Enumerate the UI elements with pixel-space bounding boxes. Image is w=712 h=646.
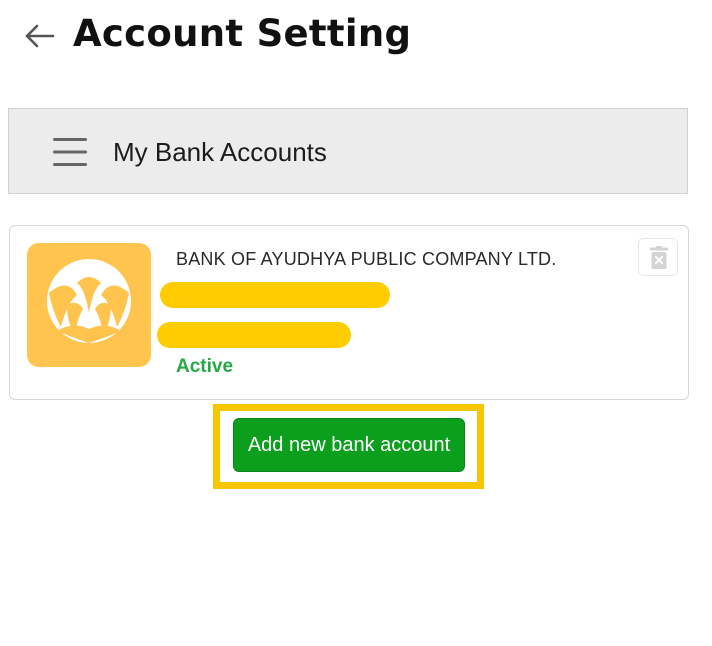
account-setting-page: Account Setting My Bank Accounts BANK OF…	[0, 0, 712, 646]
bank-name: BANK OF AYUDHYA PUBLIC COMPANY LTD.	[176, 249, 557, 269]
status-badge: Active	[176, 356, 234, 377]
hamburger-menu-icon[interactable]	[53, 137, 87, 167]
page-title: Account Setting	[73, 12, 412, 55]
krungsri-bank-logo	[27, 243, 151, 367]
section-header: My Bank Accounts	[8, 108, 688, 194]
redacted-account-number	[157, 322, 351, 348]
trash-icon	[650, 246, 668, 269]
back-button[interactable]	[22, 18, 58, 54]
redacted-account-name	[160, 282, 390, 308]
delete-bank-account-button[interactable]	[638, 238, 678, 276]
arrow-left-icon	[25, 24, 55, 48]
section-title: My Bank Accounts	[113, 137, 327, 167]
add-bank-account-button[interactable]: Add new bank account	[233, 418, 465, 472]
bank-account-card[interactable]: BANK OF AYUDHYA PUBLIC COMPANY LTD. Acti…	[9, 225, 689, 400]
